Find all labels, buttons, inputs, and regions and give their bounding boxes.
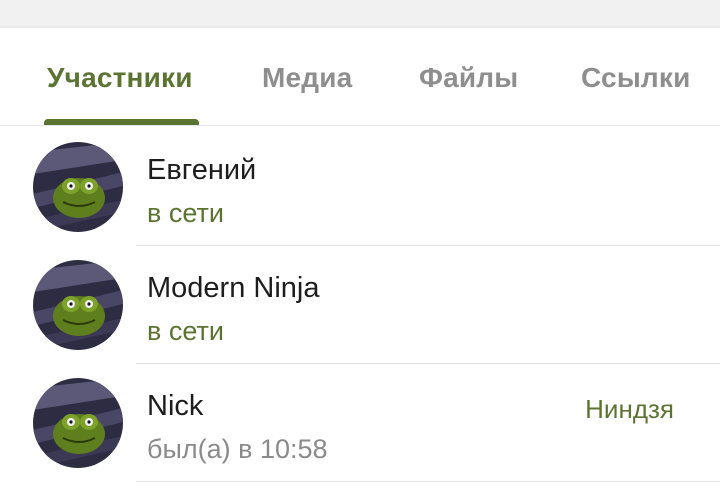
- top-bar-strip: [0, 0, 720, 28]
- tab-files[interactable]: Файлы: [419, 62, 518, 94]
- tab-links[interactable]: Ссылки: [581, 62, 691, 94]
- active-tab-indicator: [44, 119, 199, 125]
- member-name: Nick: [147, 390, 204, 422]
- tab-bar: Участники Медиа Файлы Ссылки: [0, 28, 720, 126]
- avatar[interactable]: [33, 378, 123, 468]
- avatar[interactable]: [33, 260, 123, 350]
- row-divider: [136, 481, 720, 482]
- member-status: был(а) в 10:58: [147, 434, 328, 464]
- avatar[interactable]: [33, 142, 123, 232]
- member-status: в сети: [147, 198, 224, 228]
- member-row[interactable]: Nick Ниндзя был(а) в 10:58: [0, 364, 720, 482]
- member-name: Евгений: [147, 154, 257, 186]
- tab-members[interactable]: Участники: [47, 62, 193, 94]
- member-status: в сети: [147, 316, 224, 346]
- member-name: Modern Ninja: [147, 272, 320, 304]
- member-row[interactable]: Modern Ninja в сети: [0, 246, 720, 364]
- tab-media[interactable]: Медиа: [262, 62, 352, 94]
- member-row[interactable]: Евгений в сети: [0, 128, 720, 246]
- member-role-badge: Ниндзя: [585, 394, 674, 424]
